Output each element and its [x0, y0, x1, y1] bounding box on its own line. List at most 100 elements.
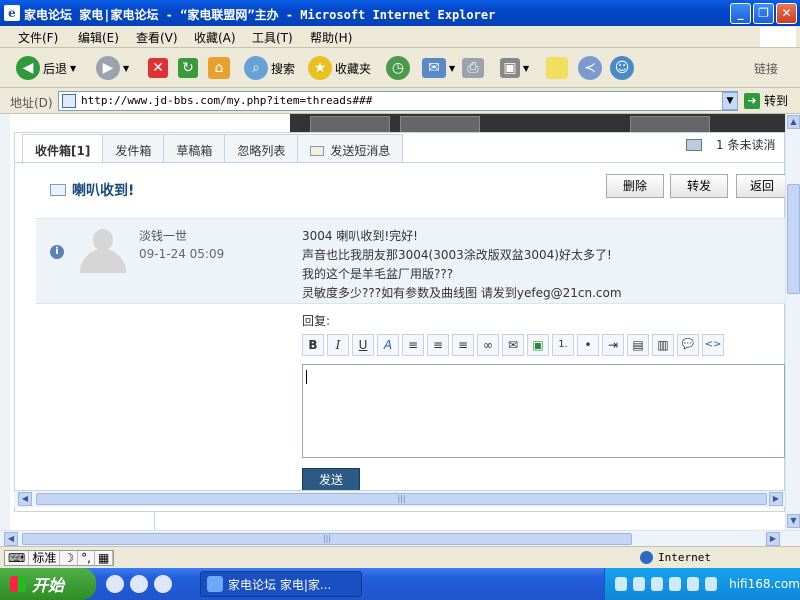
moon-icon[interactable]: ☽: [60, 551, 79, 565]
go-arrow-icon: ➜: [744, 92, 760, 109]
ime-tray-icon[interactable]: [615, 577, 628, 591]
tab-divider: [14, 162, 785, 163]
discuss-button[interactable]: [546, 54, 568, 82]
email-button[interactable]: ✉: [502, 334, 524, 356]
favorites-button[interactable]: ★ 收藏夹: [308, 54, 371, 82]
align-right-button[interactable]: ≡: [452, 334, 474, 356]
address-input[interactable]: http://www.jd-bbs.com/my.php?item=thread…: [58, 91, 738, 111]
tab-send-message-label: 发送短消息: [330, 144, 391, 158]
watermark: hifi168.com: [729, 577, 800, 591]
align-center-button[interactable]: ≡: [427, 334, 449, 356]
horizontal-scrollbar[interactable]: ◀ ||| ▶: [0, 530, 800, 546]
menu-help[interactable]: 帮助(H): [310, 29, 352, 46]
messenger-button[interactable]: ☺: [610, 54, 634, 82]
tab-outbox[interactable]: 发件箱: [102, 134, 165, 162]
ime-mode[interactable]: 标准: [29, 551, 61, 565]
bold-button[interactable]: B: [302, 334, 324, 356]
stop-icon: ✕: [148, 58, 168, 78]
italic-button[interactable]: I: [327, 334, 349, 356]
avatar[interactable]: [80, 229, 126, 273]
volume-tray-icon[interactable]: [669, 577, 682, 591]
menu-favorites[interactable]: 收藏(A): [194, 29, 236, 46]
float-left-button[interactable]: ▤: [627, 334, 649, 356]
edit-button[interactable]: ▣ ▼: [500, 54, 529, 82]
tab-send-message[interactable]: 发送短消息: [297, 134, 404, 162]
address-dropdown-icon[interactable]: ▼: [722, 92, 738, 110]
underline-button[interactable]: U: [352, 334, 374, 356]
inner-horizontal-scrollbar[interactable]: ◀ ||| ▶: [14, 490, 785, 507]
network-tray-icon[interactable]: [705, 577, 718, 591]
link-button[interactable]: ∞: [477, 334, 499, 356]
mail-button[interactable]: ✉ ▼: [422, 54, 455, 82]
menu-file[interactable]: 文件(F): [18, 29, 58, 46]
scroll-left-icon[interactable]: ◀: [18, 492, 32, 506]
maximize-button[interactable]: ❐: [753, 3, 774, 24]
page-scroll-thumb[interactable]: |||: [22, 533, 632, 545]
history-button[interactable]: ◷: [386, 54, 410, 82]
message-line: 3004 喇叭收到!完好!: [302, 229, 418, 243]
ime-logo-icon: ⌨: [5, 551, 30, 565]
menu-view[interactable]: 查看(V): [136, 29, 178, 46]
taskbar-item-ie[interactable]: 家电论坛 家电|家...: [200, 571, 362, 597]
scroll-up-icon[interactable]: ▲: [787, 115, 800, 129]
scroll-thumb[interactable]: |||: [36, 493, 767, 505]
tab-inbox[interactable]: 收件箱[1]: [22, 134, 104, 164]
desktop-quicklaunch-icon[interactable]: [154, 575, 172, 593]
menu-tools[interactable]: 工具(T): [252, 29, 293, 46]
links-button[interactable]: 链接: [754, 54, 778, 82]
go-button[interactable]: ➜ 转到: [744, 92, 788, 109]
tab-ignore-list[interactable]: 忽略列表: [224, 134, 299, 162]
code-button[interactable]: <>: [702, 334, 724, 356]
security-tray-icon[interactable]: [687, 577, 700, 591]
scroll-right-icon[interactable]: ▶: [769, 492, 783, 506]
punctuation-icon[interactable]: °,: [78, 551, 95, 565]
image-button[interactable]: ▣: [527, 334, 549, 356]
ordered-list-button[interactable]: 1.: [552, 334, 574, 356]
tab-drafts[interactable]: 草稿箱: [163, 134, 226, 162]
float-right-button[interactable]: ▥: [652, 334, 674, 356]
refresh-button[interactable]: ↻: [178, 54, 198, 82]
stop-button[interactable]: ✕: [148, 54, 168, 82]
print-button[interactable]: ⎙: [462, 54, 484, 82]
indent-button[interactable]: ⇥: [602, 334, 624, 356]
message-row: i 淡钱一世 09-1-24 05:09 3004 喇叭收到!完好! 声音也比我…: [36, 218, 785, 304]
forward-button[interactable]: ▶ ▼: [96, 54, 129, 82]
ie-quicklaunch-icon[interactable]: [106, 575, 124, 593]
browser-quicklaunch-icon[interactable]: [130, 575, 148, 593]
delete-button[interactable]: 删除: [606, 174, 664, 198]
edit-icon: ▣: [500, 58, 520, 78]
search-button[interactable]: ⌕ 搜索: [244, 54, 295, 82]
start-button[interactable]: 开始: [0, 568, 96, 600]
unread-mail-icon: [686, 138, 702, 151]
scroll-down-icon[interactable]: ▼: [787, 514, 800, 528]
reply-textarea[interactable]: [302, 364, 785, 458]
menu-edit[interactable]: 编辑(E): [78, 29, 119, 46]
sender-name[interactable]: 淡钱一世: [139, 227, 187, 244]
keyboard-icon[interactable]: ▦: [95, 551, 114, 565]
research-button[interactable]: ≺: [578, 54, 602, 82]
page-scroll-left-icon[interactable]: ◀: [4, 532, 18, 546]
minimize-button[interactable]: _: [730, 3, 751, 24]
send-button[interactable]: 发送: [302, 468, 360, 492]
back-tray-icon[interactable]: [633, 577, 646, 591]
unread-notice[interactable]: 1 条未读消: [686, 136, 775, 153]
note-icon: [546, 57, 568, 79]
unordered-list-button[interactable]: •: [577, 334, 599, 356]
sent-time: 09-1-24 05:09: [139, 247, 225, 261]
close-button[interactable]: ✕: [776, 3, 797, 24]
home-button[interactable]: ⌂: [208, 54, 230, 82]
monitor-tray-icon[interactable]: [651, 577, 664, 591]
page-scroll-right-icon[interactable]: ▶: [766, 532, 780, 546]
ime-toolbar[interactable]: ⌨ 标准 ☽ °, ▦: [4, 550, 115, 566]
back-button[interactable]: ◀ 后退 ▼: [16, 54, 76, 82]
align-left-button[interactable]: ≡: [402, 334, 424, 356]
quote-button[interactable]: 💬: [677, 334, 699, 356]
vertical-scroll-thumb[interactable]: [787, 184, 800, 294]
title-bar: e 家电论坛 家电|家电论坛 - “家电联盟网”主办 - Microsoft I…: [0, 0, 800, 26]
font-color-button[interactable]: A: [377, 334, 399, 356]
return-button[interactable]: 返回: [736, 174, 785, 198]
unread-text: 条未读消: [727, 138, 776, 152]
vertical-scrollbar[interactable]: ▲ ▼: [785, 114, 800, 530]
message-body: 3004 喇叭收到!完好! 声音也比我朋友那3004(3003涂改版双盆3004…: [302, 227, 622, 303]
forward-message-button[interactable]: 转发: [670, 174, 728, 198]
